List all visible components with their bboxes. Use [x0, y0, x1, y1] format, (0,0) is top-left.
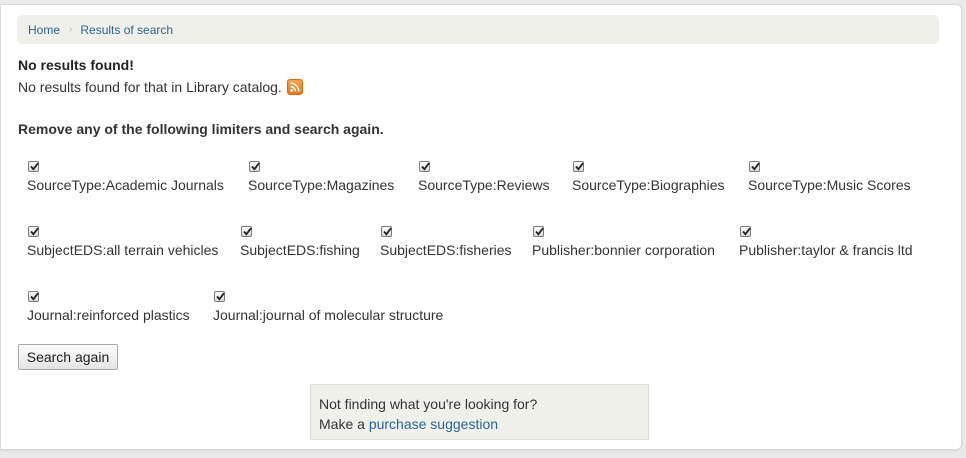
- limiter-label: SourceType:Music Scores: [748, 177, 911, 193]
- no-results-message-line: No results found for that in Library cat…: [18, 79, 303, 95]
- limiter-label: SourceType:Reviews: [418, 177, 550, 193]
- purchase-suggestion-box: Not finding what you're looking for? Mak…: [310, 384, 649, 440]
- no-results-heading: No results found!: [18, 57, 134, 73]
- search-again-button[interactable]: Search again: [18, 344, 118, 370]
- limiter-item[interactable]: SubjectEDS:fishing: [240, 226, 360, 258]
- limiter-item[interactable]: SourceType:Music Scores: [748, 161, 911, 193]
- limiters-heading: Remove any of the following limiters and…: [18, 121, 384, 137]
- limiter-checkbox[interactable]: [740, 226, 751, 237]
- limiter-checkbox[interactable]: [214, 291, 225, 302]
- suggestion-line: Make a purchase suggestion: [319, 414, 648, 434]
- limiter-checkbox[interactable]: [249, 161, 260, 172]
- limiter-checkbox[interactable]: [381, 226, 392, 237]
- limiter-checkbox[interactable]: [419, 161, 430, 172]
- limiter-checkbox[interactable]: [241, 226, 252, 237]
- limiter-label: Publisher:taylor & francis ltd: [739, 242, 913, 258]
- breadcrumb-home-link[interactable]: Home: [28, 23, 60, 37]
- breadcrumb: Home › Results of search: [17, 15, 939, 44]
- limiter-item[interactable]: SourceType:Reviews: [418, 161, 550, 193]
- breadcrumb-separator: ›: [69, 24, 73, 35]
- limiter-item[interactable]: SourceType:Academic Journals: [27, 161, 224, 193]
- limiter-label: Publisher:bonnier corporation: [532, 242, 715, 258]
- limiter-item[interactable]: SubjectEDS:all terrain vehicles: [27, 226, 218, 258]
- limiter-item[interactable]: Journal:reinforced plastics: [27, 291, 190, 323]
- suggestion-prompt: Not finding what you're looking for?: [319, 396, 538, 412]
- suggestion-prefix: Make a: [319, 416, 365, 432]
- limiter-item[interactable]: Publisher:bonnier corporation: [532, 226, 715, 258]
- limiter-checkbox[interactable]: [28, 161, 39, 172]
- limiter-item[interactable]: SourceType:Biographies: [572, 161, 725, 193]
- limiter-item[interactable]: SourceType:Magazines: [248, 161, 394, 193]
- limiter-label: SourceType:Magazines: [248, 177, 395, 193]
- limiter-checkbox[interactable]: [533, 226, 544, 237]
- limiter-checkbox[interactable]: [749, 161, 760, 172]
- limiter-label: Journal:reinforced plastics: [27, 307, 190, 323]
- limiter-label: Journal:journal of molecular structure: [213, 307, 444, 323]
- breadcrumb-current-link[interactable]: Results of search: [80, 23, 173, 37]
- limiter-label: SourceType:Biographies: [572, 177, 725, 193]
- limiter-checkbox[interactable]: [573, 161, 584, 172]
- limiter-checkbox[interactable]: [28, 291, 39, 302]
- limiter-label: SourceType:Academic Journals: [27, 177, 224, 193]
- limiter-label: SubjectEDS:all terrain vehicles: [27, 242, 219, 258]
- purchase-suggestion-link[interactable]: purchase suggestion: [369, 416, 498, 432]
- limiter-label: SubjectEDS:fishing: [240, 242, 360, 258]
- limiter-item[interactable]: Publisher:taylor & francis ltd: [739, 226, 913, 258]
- limiter-label: SubjectEDS:fisheries: [380, 242, 512, 258]
- limiter-checkbox[interactable]: [28, 226, 39, 237]
- limiter-item[interactable]: SubjectEDS:fisheries: [380, 226, 512, 258]
- rss-feed-icon[interactable]: [286, 79, 303, 95]
- main-panel: Home › Results of search No results foun…: [0, 4, 962, 450]
- limiter-item[interactable]: Journal:journal of molecular structure: [213, 291, 443, 323]
- no-results-message: No results found for that in Library cat…: [18, 79, 282, 95]
